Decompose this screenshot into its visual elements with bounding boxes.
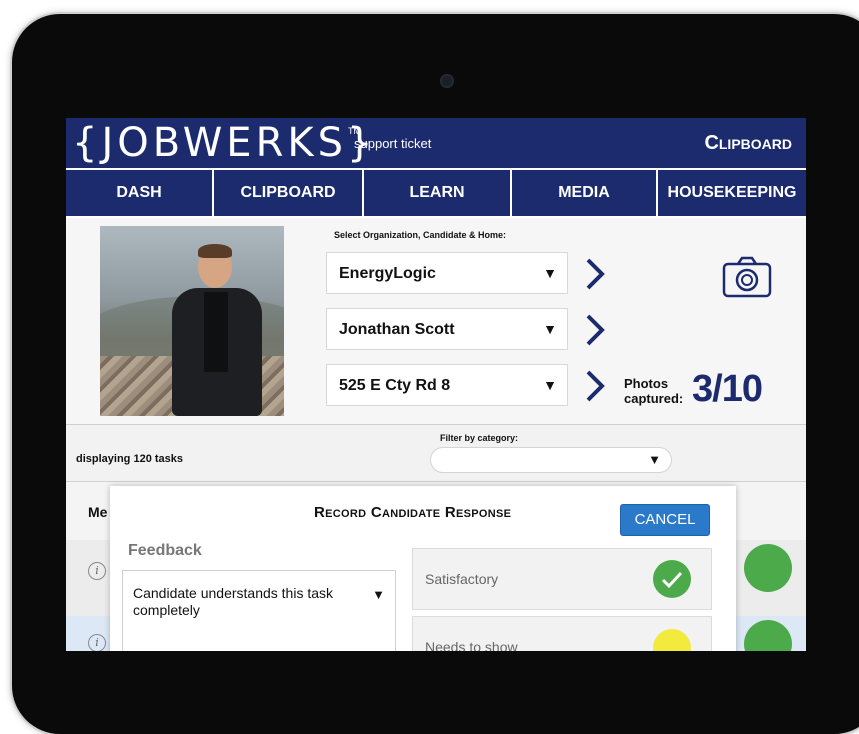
candidate-value: Jonathan Scott — [339, 321, 455, 338]
filter-caption: Filter by category: — [440, 433, 519, 443]
record-response-dialog: Record Candidate Response CANCEL Feedbac… — [110, 486, 736, 651]
option-needs-to-show[interactable]: Needs to show — [412, 616, 712, 651]
select-caption: Select Organization, Candidate & Home: — [334, 230, 507, 240]
app-header: {JOBWERKS} TM support ticket Clipboard — [66, 118, 806, 168]
chevron-right-icon[interactable] — [582, 256, 608, 292]
category-filter-select[interactable]: ▼ — [430, 447, 672, 473]
info-icon[interactable]: i — [88, 562, 106, 580]
nav-media[interactable]: MEDIA — [512, 170, 658, 216]
checkmark-icon — [653, 560, 691, 598]
main-nav: DASH CLIPBOARD LEARN MEDIA HOUSEKEEPING — [66, 170, 806, 216]
filter-bar: displaying 120 tasks Filter by category:… — [66, 425, 806, 482]
feedback-select[interactable]: Candidate understands this task complete… — [122, 570, 396, 651]
caret-down-icon: ▼ — [648, 452, 661, 467]
caret-down-icon: ▼ — [543, 377, 557, 393]
list-header-text: Me — [88, 504, 108, 520]
home-select[interactable]: 525 E Cty Rd 8 ▼ — [326, 364, 568, 406]
photos-captured-label: Photos captured: — [624, 376, 684, 406]
chevron-right-icon[interactable] — [582, 312, 608, 348]
info-icon[interactable]: i — [88, 634, 106, 651]
warning-status-icon — [653, 629, 691, 651]
candidate-photo — [100, 226, 284, 416]
option-satisfactory[interactable]: Satisfactory — [412, 548, 712, 610]
app-subtitle: support ticket — [354, 136, 432, 151]
chevron-right-icon[interactable] — [582, 368, 608, 404]
nav-housekeeping[interactable]: HOUSEKEEPING — [658, 170, 806, 216]
option-label: Satisfactory — [425, 571, 499, 587]
feedback-value: Candidate understands this task complete… — [133, 585, 334, 618]
nav-dash[interactable]: DASH — [66, 170, 214, 216]
photos-count: 3/10 — [692, 368, 763, 410]
jobwerks-logo: {JOBWERKS} — [72, 120, 377, 166]
status-indicator[interactable] — [744, 620, 792, 651]
task-count-text: displaying 120 tasks — [76, 453, 183, 465]
organization-value: EnergyLogic — [339, 265, 436, 282]
nav-clipboard[interactable]: CLIPBOARD — [214, 170, 364, 216]
caret-down-icon: ▼ — [543, 265, 557, 281]
dialog-title: Record Candidate Response — [314, 504, 512, 521]
selection-panel: Select Organization, Candidate & Home: E… — [66, 218, 806, 425]
trademark-mark: TM — [348, 126, 361, 136]
option-label: Needs to show — [425, 639, 518, 651]
cancel-button[interactable]: CANCEL — [620, 504, 710, 536]
feedback-label: Feedback — [128, 542, 202, 559]
app-screen: {JOBWERKS} TM support ticket Clipboard D… — [66, 118, 806, 651]
home-value: 525 E Cty Rd 8 — [339, 377, 451, 394]
camera-icon[interactable] — [722, 256, 772, 298]
caret-down-icon: ▼ — [372, 587, 385, 602]
status-indicator[interactable] — [744, 544, 792, 592]
caret-down-icon: ▼ — [543, 321, 557, 337]
candidate-select[interactable]: Jonathan Scott ▼ — [326, 308, 568, 350]
nav-learn[interactable]: LEARN — [364, 170, 512, 216]
page-title: Clipboard — [704, 132, 792, 154]
front-camera — [440, 74, 454, 88]
organization-select[interactable]: EnergyLogic ▼ — [326, 252, 568, 294]
